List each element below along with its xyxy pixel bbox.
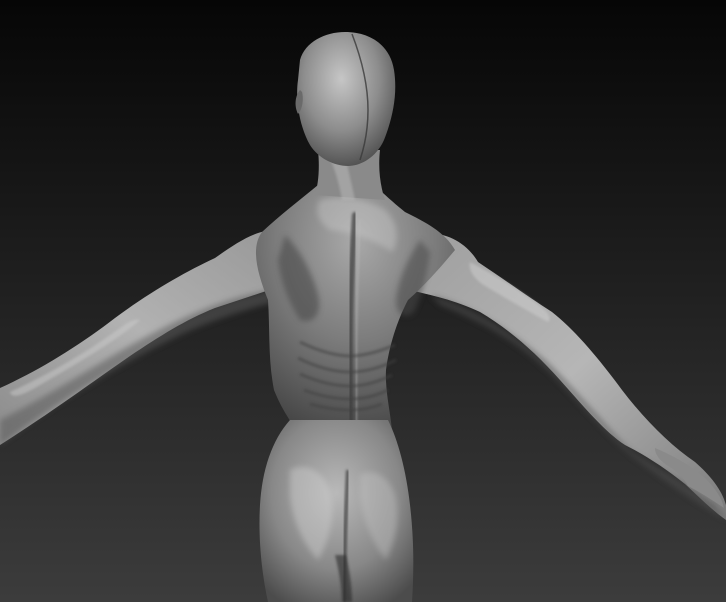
model-head — [297, 32, 396, 166]
viewport-canvas[interactable] — [0, 0, 726, 602]
3d-viewport[interactable] — [0, 0, 726, 602]
